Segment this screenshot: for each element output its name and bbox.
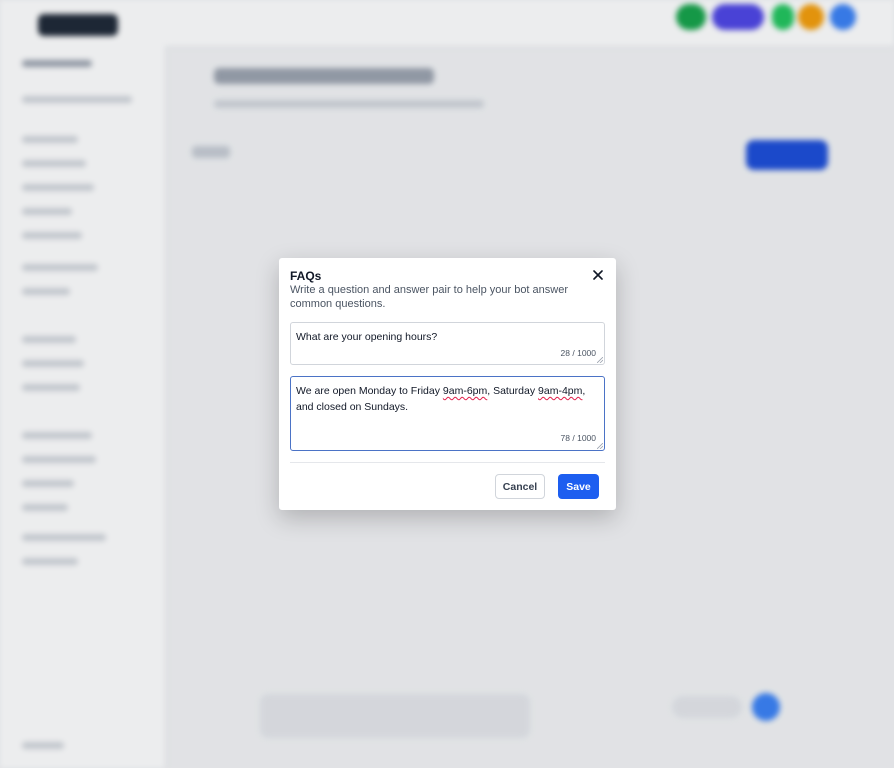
spellcheck-flagged-word: 9am-4pm xyxy=(538,385,583,397)
question-char-counter: 28 / 1000 xyxy=(560,348,596,358)
close-button[interactable] xyxy=(590,267,606,283)
cancel-button[interactable]: Cancel xyxy=(495,474,545,499)
save-button[interactable]: Save xyxy=(558,474,599,499)
dialog-description: Write a question and answer pair to help… xyxy=(290,284,569,310)
dialog-divider xyxy=(290,462,605,463)
question-field[interactable]: What are your opening hours? 28 / 1000 xyxy=(290,322,605,365)
resize-handle-icon[interactable] xyxy=(597,357,603,363)
answer-field[interactable]: We are open Monday to Friday 9am-6pm, Sa… xyxy=(290,376,605,451)
resize-handle-icon[interactable] xyxy=(597,443,603,449)
answer-text-segment: , Saturday xyxy=(487,385,539,397)
answer-char-counter: 78 / 1000 xyxy=(560,433,596,443)
answer-text-segment: We are open Monday to Friday xyxy=(296,385,443,397)
dialog-title: FAQs xyxy=(290,269,322,283)
close-icon xyxy=(593,270,603,280)
spellcheck-flagged-word: 9am-6pm xyxy=(442,385,488,397)
faq-dialog: FAQs Write a question and answer pair to… xyxy=(279,258,616,510)
question-text: What are your opening hours? xyxy=(296,331,438,343)
answer-text: We are open Monday to Friday 9am-6pm, Sa… xyxy=(296,383,596,415)
